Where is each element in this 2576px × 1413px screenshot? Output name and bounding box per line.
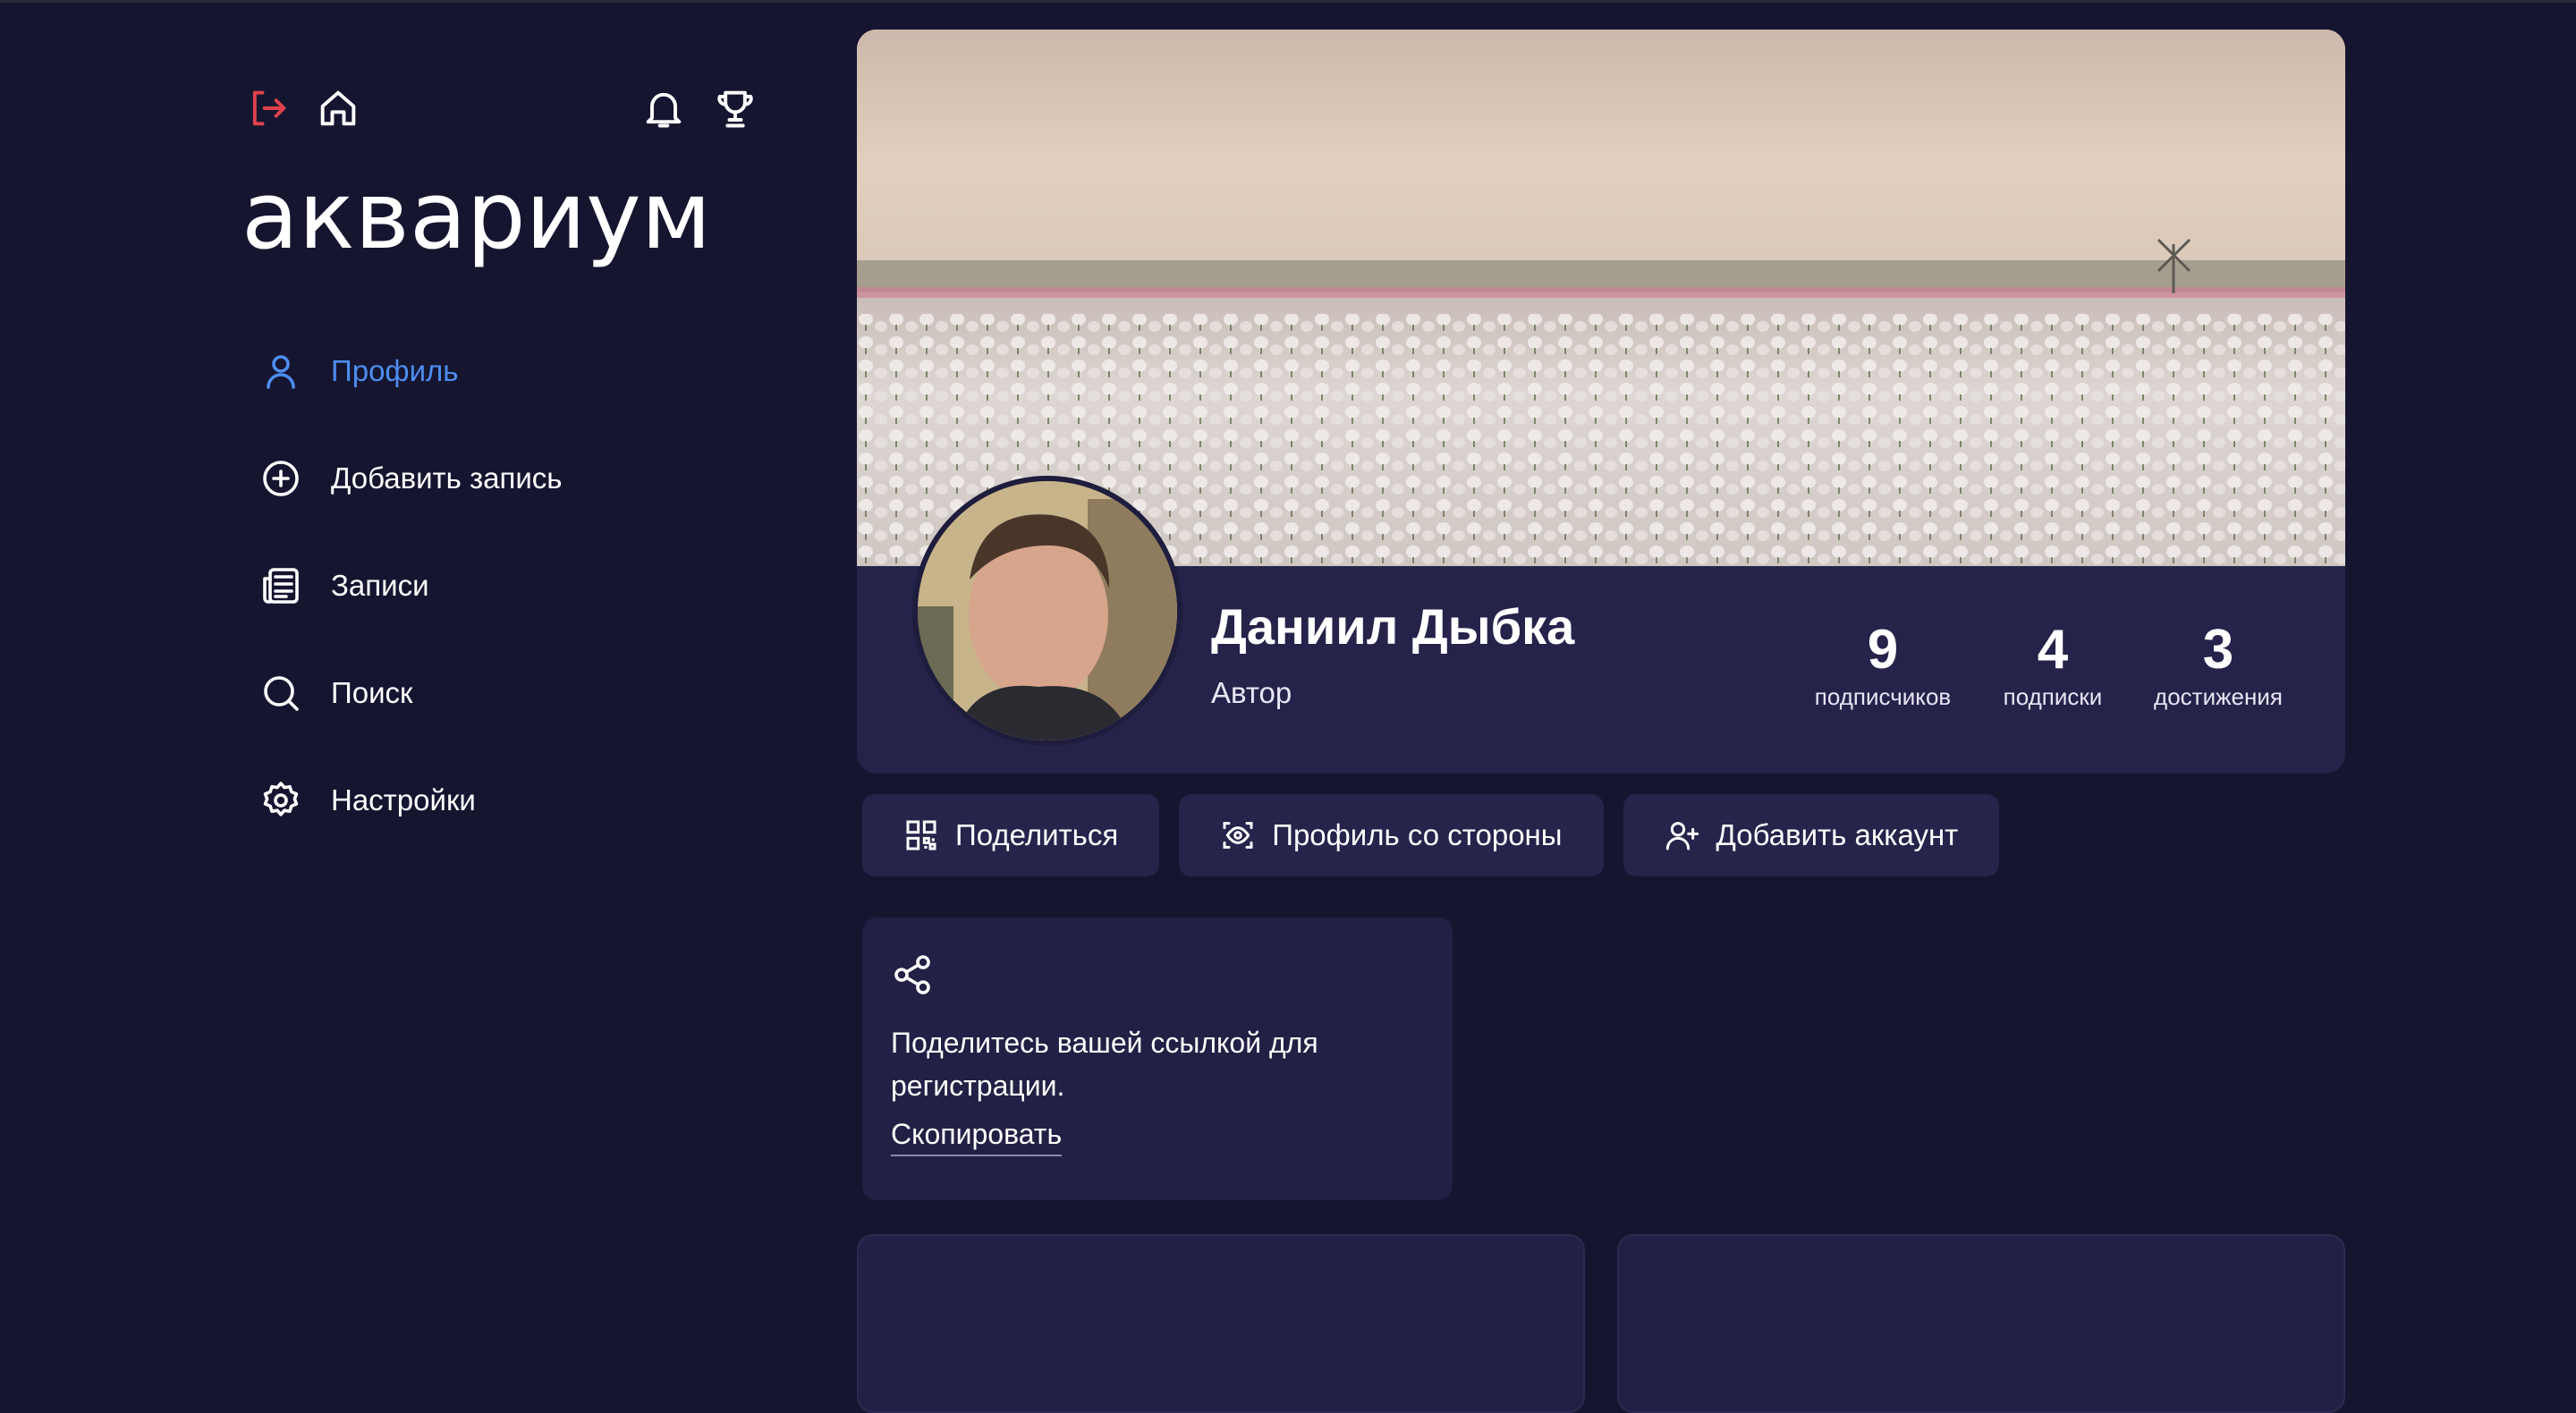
stat-followers[interactable]: 9 подписчиков bbox=[1811, 619, 1954, 711]
post-card[interactable] bbox=[857, 1234, 1585, 1413]
share-link-card: Поделитесь вашей ссылкой для регистрации… bbox=[862, 918, 1453, 1200]
sidebar-item-add-post[interactable]: Добавить запись bbox=[242, 452, 769, 505]
sidebar-item-settings[interactable]: Настройки bbox=[242, 774, 769, 827]
add-account-label: Добавить аккаунт bbox=[1716, 818, 1959, 851]
post-card[interactable] bbox=[1617, 1234, 2345, 1413]
stat-following[interactable]: 4 подписки bbox=[1995, 619, 2111, 711]
sidebar-item-label: Поиск bbox=[331, 676, 413, 709]
newspaper-icon bbox=[259, 564, 302, 607]
stat-value: 3 bbox=[2202, 619, 2234, 681]
sidebar-nav: Профиль Добавить запись Записи Поиск Нас… bbox=[242, 344, 769, 827]
avatar[interactable] bbox=[912, 476, 1182, 746]
user-plus-icon bbox=[1665, 817, 1700, 853]
trophy-icon[interactable] bbox=[712, 85, 758, 131]
home-icon[interactable] bbox=[315, 85, 361, 131]
sidebar-item-label: Профиль bbox=[331, 354, 459, 387]
copy-link[interactable]: Скопировать bbox=[891, 1118, 1063, 1156]
stat-achievements[interactable]: 3 достижения bbox=[2147, 619, 2290, 711]
stat-label: подписчиков bbox=[1814, 683, 1952, 710]
view-as-others-label: Профиль со стороны bbox=[1272, 818, 1563, 851]
window-top-border bbox=[0, 0, 2576, 3]
sidebar-item-label: Добавить запись bbox=[331, 461, 563, 495]
sidebar-item-profile[interactable]: Профиль bbox=[242, 344, 769, 398]
sidebar: аквариум Профиль Добавить запись Записи … bbox=[242, 85, 769, 881]
qr-code-icon bbox=[903, 817, 939, 853]
stat-label: подписки bbox=[2003, 683, 2103, 710]
profile-actions: Поделиться Профиль со стороны Добавить а… bbox=[862, 794, 2019, 876]
share-icon bbox=[891, 953, 934, 996]
share-card-text: Поделитесь вашей ссылкой для регистрации… bbox=[891, 1027, 1318, 1102]
share-button-label: Поделиться bbox=[955, 818, 1119, 851]
app-logo-text: аквариум bbox=[242, 165, 711, 270]
app-logo-graphic: аквариум bbox=[242, 165, 711, 270]
user-icon bbox=[259, 350, 302, 393]
app-logo: аквариум bbox=[242, 165, 769, 273]
bell-icon[interactable] bbox=[640, 85, 687, 131]
logout-icon[interactable] bbox=[245, 85, 292, 131]
stat-value: 4 bbox=[2037, 619, 2069, 681]
sidebar-item-posts[interactable]: Записи bbox=[242, 559, 769, 613]
view-as-others-button[interactable]: Профиль со стороны bbox=[1179, 794, 1604, 876]
plus-circle-icon bbox=[259, 457, 302, 500]
stat-label: достижения bbox=[2154, 683, 2283, 710]
add-account-button[interactable]: Добавить аккаунт bbox=[1623, 794, 2000, 876]
sidebar-item-label: Настройки bbox=[331, 783, 476, 816]
profile-name: Даниил Дыбка bbox=[1211, 598, 1575, 655]
stat-value: 9 bbox=[1867, 619, 1899, 681]
sidebar-item-search[interactable]: Поиск bbox=[242, 666, 769, 720]
eye-scan-icon bbox=[1220, 817, 1256, 853]
search-icon bbox=[259, 672, 302, 715]
profile-role: Автор bbox=[1211, 676, 1292, 709]
sidebar-item-label: Записи bbox=[331, 569, 429, 602]
share-button[interactable]: Поделиться bbox=[862, 794, 1160, 876]
gear-icon bbox=[259, 779, 302, 822]
avatar-photo bbox=[918, 481, 1177, 740]
top-icon-bar bbox=[242, 85, 769, 139]
